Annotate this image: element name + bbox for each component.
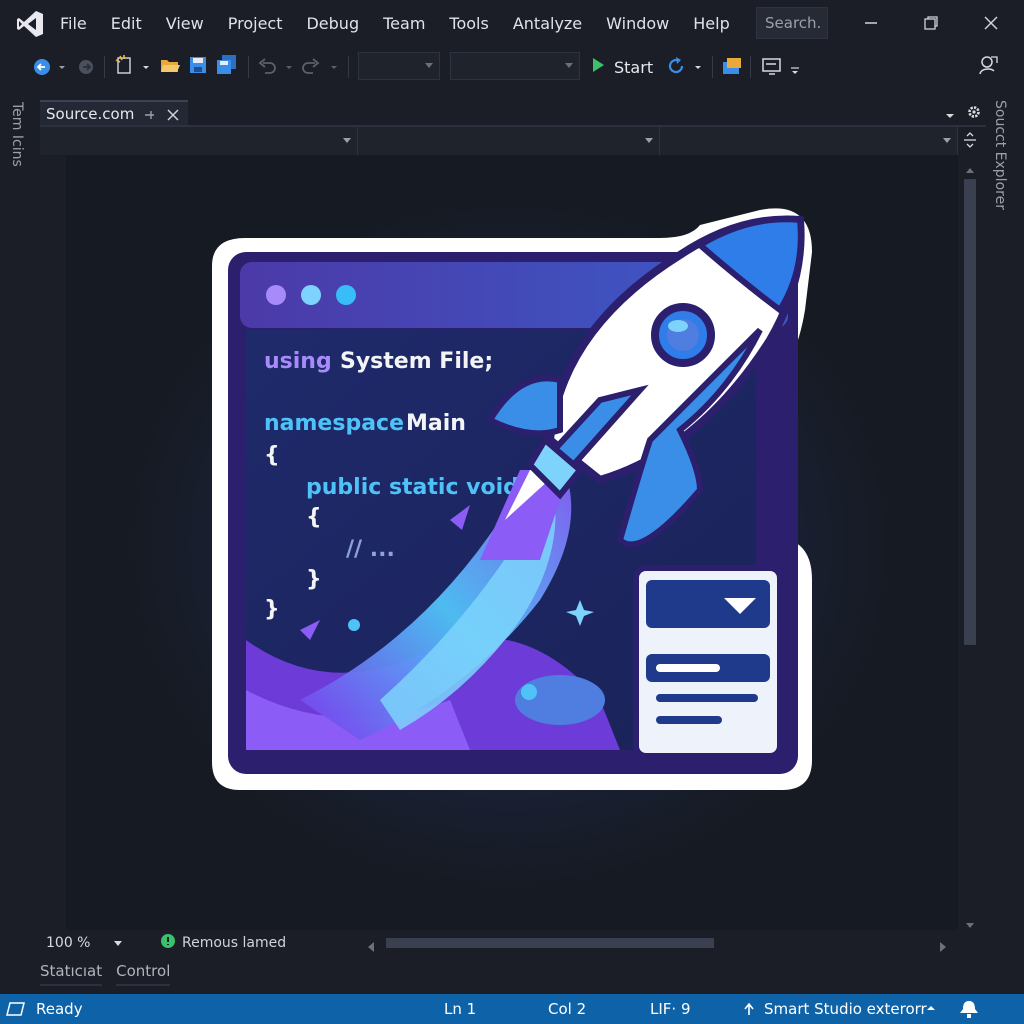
member-dropdown[interactable] — [660, 127, 958, 155]
scroll-right-icon[interactable] — [938, 938, 948, 957]
status-line[interactable]: Ln 1 — [444, 994, 476, 1024]
search-input[interactable]: Search. — [756, 7, 828, 39]
notification-icon[interactable] — [958, 999, 980, 1024]
open-folder-icon[interactable] — [158, 54, 182, 76]
menu-debug[interactable]: Debug — [294, 0, 371, 48]
back-dropdown-icon[interactable] — [56, 56, 68, 78]
menu-file[interactable]: File — [60, 0, 99, 48]
left-tool-panel — [0, 96, 34, 986]
redo-dropdown-icon[interactable] — [328, 56, 340, 78]
redo-icon[interactable] — [300, 56, 322, 78]
menu-tools[interactable]: Tools — [437, 0, 500, 48]
vertical-scroll-thumb[interactable] — [964, 179, 976, 645]
tool-tab-control[interactable]: Control — [116, 962, 171, 986]
new-dropdown-icon[interactable] — [140, 56, 152, 78]
menu-window[interactable]: Window — [594, 0, 681, 48]
platform-dropdown[interactable] — [450, 52, 580, 80]
status-column[interactable]: Col 2 — [548, 994, 586, 1024]
start-play-icon — [590, 56, 606, 78]
check-icon — [160, 933, 176, 953]
split-icon[interactable] — [962, 132, 978, 152]
status-source-control[interactable]: Smart Studio exterorr — [764, 994, 927, 1024]
tool-tab-static[interactable]: Statıcıat — [40, 962, 103, 986]
gear-icon[interactable] — [966, 104, 982, 124]
project-dropdown[interactable] — [40, 127, 358, 155]
forward-icon[interactable] — [74, 56, 98, 78]
code-keyword-public: public static void — [306, 475, 519, 500]
undo-icon[interactable] — [256, 56, 278, 78]
tab-close-icon[interactable] — [166, 107, 180, 126]
code-comment: // ... — [346, 537, 395, 562]
status-bar: Ready Ln 1 Col 2 LIF· 9 Smart Studio ext… — [0, 994, 1024, 1024]
scroll-left-icon[interactable] — [366, 938, 376, 957]
toolbar-separator — [712, 56, 713, 78]
toolbar-separator — [348, 56, 349, 78]
customize-dropdown-icon[interactable] — [788, 60, 802, 82]
code-using-rest: System File; — [340, 349, 493, 374]
publish-icon[interactable] — [742, 1002, 756, 1018]
menu-edit[interactable]: Edit — [99, 0, 154, 48]
zoom-dropdown[interactable]: 100 % — [42, 932, 128, 954]
code-keyword-using: using — [264, 349, 332, 374]
undo-dropdown-icon[interactable] — [283, 56, 295, 78]
toolbar-separator — [750, 56, 751, 78]
status-line-endings[interactable]: LIF· 9 — [650, 994, 691, 1024]
start-label: Start — [614, 57, 654, 77]
menu-view[interactable]: View — [154, 0, 216, 48]
solution-icon[interactable] — [720, 55, 744, 77]
refresh-icon[interactable] — [664, 55, 688, 77]
right-tool-panel — [986, 96, 1024, 986]
close-icon[interactable] — [976, 8, 1006, 38]
code-brace-close: } — [264, 597, 280, 622]
menu-analyze[interactable]: Antalyze — [501, 0, 594, 48]
feedback-icon[interactable] — [976, 54, 1000, 76]
editor-bottom-bar: 100 % Remous lamed — [40, 930, 984, 956]
pin-icon[interactable] — [142, 107, 156, 126]
menu-team[interactable]: Team — [371, 0, 437, 48]
start-button[interactable]: Start — [590, 54, 653, 80]
tab-overflow-dropdown-icon[interactable] — [944, 107, 956, 126]
code-inner-brace-open: { — [306, 505, 322, 530]
issues-text: Remous lamed — [182, 935, 287, 951]
save-all-icon[interactable] — [214, 54, 240, 76]
document-tab-label: Source.com — [46, 105, 135, 123]
code-inner-brace-close: } — [306, 567, 322, 592]
refresh-dropdown-icon[interactable] — [692, 56, 704, 78]
document-tab[interactable]: Source.com — [40, 100, 188, 126]
tool-window-tabs: Statıcıat Control — [40, 958, 171, 990]
rocket-code-illustration: using System File; namespace Main { publ… — [212, 208, 812, 791]
zoom-level: 100 % — [46, 935, 91, 951]
navigation-bar — [40, 127, 958, 155]
layout-icon[interactable] — [760, 55, 784, 77]
ready-window-icon — [6, 1001, 26, 1020]
toolbox-vertical-tab[interactable]: Tem Icins — [9, 102, 25, 167]
configuration-dropdown[interactable] — [358, 52, 440, 80]
save-icon[interactable] — [186, 54, 210, 76]
new-project-icon[interactable] — [112, 54, 138, 76]
menu-bar: File Edit View Project Debug Team Tools … — [60, 0, 742, 48]
toolbar-separator — [248, 56, 249, 78]
visual-studio-logo[interactable] — [0, 0, 60, 48]
code-keyword-namespace: namespace — [264, 411, 404, 436]
horizontal-scroll-thumb[interactable] — [386, 938, 714, 948]
back-icon[interactable] — [30, 56, 54, 78]
issues-indicator[interactable]: Remous lamed — [160, 932, 286, 954]
restore-icon[interactable] — [916, 8, 946, 38]
code-namespace-rest: Main — [406, 411, 466, 436]
type-dropdown[interactable] — [358, 127, 660, 155]
scroll-up-icon[interactable] — [965, 161, 975, 180]
menu-project[interactable]: Project — [216, 0, 295, 48]
status-ready: Ready — [36, 1000, 83, 1018]
solution-explorer-vertical-tab[interactable]: Soucct Explorer — [992, 100, 1008, 210]
source-control-dropdown-icon[interactable] — [926, 1003, 936, 1013]
menu-help[interactable]: Help — [681, 0, 741, 48]
vertical-scrollbar[interactable] — [958, 155, 982, 930]
code-brace-open: { — [264, 443, 280, 468]
toolbar-separator — [104, 56, 105, 78]
minimize-icon[interactable] — [856, 8, 886, 38]
code-editor[interactable]: using System File; namespace Main { publ… — [40, 155, 958, 930]
title-bar: File Edit View Project Debug Team Tools … — [0, 0, 1024, 48]
horizontal-scrollbar[interactable] — [366, 934, 950, 952]
